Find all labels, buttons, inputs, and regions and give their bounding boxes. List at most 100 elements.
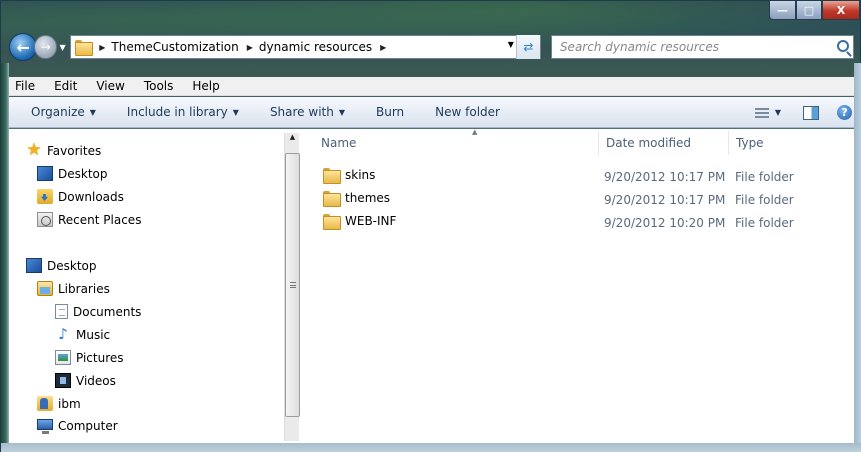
downloads-icon — [37, 189, 53, 204]
nav-item-label: Music — [76, 327, 111, 342]
column-divider[interactable] — [598, 131, 599, 155]
window-border-right — [854, 63, 861, 443]
nav-item-pictures[interactable]: Pictures — [55, 350, 124, 365]
arrow-right-icon: → — [40, 40, 51, 54]
address-row: ← → ▼ ▶ ThemeCustomization ▶ dynamic res… — [9, 33, 854, 61]
refresh-icon: ⇄ — [523, 40, 534, 54]
nav-desktop-root[interactable]: Desktop — [26, 258, 97, 273]
breadcrumb-separator-icon[interactable]: ▶ — [247, 43, 253, 52]
view-options-dropdown-icon[interactable]: ▼ — [775, 108, 781, 117]
menu-view[interactable]: View — [96, 79, 124, 93]
recent-places-icon — [37, 212, 53, 227]
help-icon[interactable]: ? — [837, 105, 852, 120]
nav-item-desktop[interactable]: Desktop — [37, 166, 108, 181]
menu-help[interactable]: Help — [192, 79, 219, 93]
preview-pane-icon[interactable] — [803, 105, 819, 120]
column-divider[interactable] — [728, 131, 729, 155]
address-dropdown-icon[interactable]: ▼ — [508, 40, 514, 49]
pictures-icon — [55, 350, 71, 365]
menu-edit[interactable]: Edit — [54, 79, 77, 93]
file-name-cell: WEB-INF — [323, 214, 396, 230]
videos-icon — [55, 373, 71, 388]
file-date: 9/20/2012 10:20 PM — [604, 216, 726, 230]
desktop-icon — [26, 258, 42, 273]
column-header-type[interactable]: Type — [736, 129, 846, 157]
window-border-left — [1, 63, 9, 443]
share-with-button[interactable]: Share with ▼ — [270, 105, 345, 119]
file-list: Name ▲ Date modified Type skins 9/20/201… — [301, 128, 854, 443]
file-name: themes — [345, 191, 391, 205]
include-in-library-button[interactable]: Include in library ▼ — [127, 105, 239, 119]
chevron-down-icon: ▼ — [338, 107, 345, 117]
nav-item-downloads[interactable]: Downloads — [37, 189, 124, 204]
search-input[interactable]: Search dynamic resources — [550, 35, 854, 59]
arrow-left-icon: ← — [16, 37, 30, 57]
nav-item-recent-places[interactable]: Recent Places — [37, 212, 141, 227]
scroll-up-icon[interactable]: ▲ — [285, 133, 300, 146]
nav-item-documents[interactable]: Documents — [55, 304, 141, 319]
nav-favorites[interactable]: ★ Favorites — [26, 140, 102, 160]
file-type: File folder — [735, 193, 794, 207]
share-with-label: Share with — [269, 105, 334, 119]
nav-item-label: Libraries — [58, 281, 110, 296]
breadcrumb-themecustomization[interactable]: ThemeCustomization — [111, 40, 238, 54]
refresh-button[interactable]: ⇄ — [515, 35, 540, 59]
caption-buttons: — □ X — [769, 1, 860, 22]
change-view-icon[interactable] — [754, 107, 769, 118]
star-icon: ★ — [26, 140, 42, 160]
back-button[interactable]: ← — [9, 33, 38, 61]
folder-icon — [323, 191, 341, 207]
nav-item-videos[interactable]: Videos — [55, 373, 116, 388]
new-folder-button[interactable]: New folder — [435, 105, 500, 119]
file-date: 9/20/2012 10:17 PM — [604, 193, 726, 207]
file-name-cell: skins — [323, 168, 376, 184]
minimize-button[interactable]: — — [769, 1, 796, 20]
table-row[interactable]: themes 9/20/2012 10:17 PM File folder — [301, 188, 854, 210]
nav-favorites-label: Favorites — [47, 143, 102, 158]
nav-item-libraries[interactable]: Libraries — [37, 281, 110, 296]
desktop-icon — [37, 166, 53, 181]
breadcrumb-separator-icon[interactable]: ▶ — [99, 43, 105, 52]
file-type: File folder — [735, 170, 794, 184]
close-button[interactable]: X — [822, 1, 860, 20]
file-date: 9/20/2012 10:17 PM — [604, 170, 726, 184]
maximize-button[interactable]: □ — [796, 1, 822, 20]
column-header-date[interactable]: Date modified — [606, 129, 729, 157]
nav-scrollbar[interactable]: ▲ — [284, 133, 300, 441]
column-name-label: Name — [321, 136, 357, 150]
navigation-pane: ★ Favorites Desktop Downloads Recent Pla… — [9, 129, 280, 443]
nav-item-computer[interactable]: Computer — [37, 419, 118, 434]
nav-item-music[interactable]: ♪ Music — [55, 327, 110, 342]
burn-label: Burn — [376, 105, 405, 119]
include-in-library-label: Include in library — [126, 105, 228, 119]
column-header-name[interactable]: Name ▲ — [321, 128, 601, 157]
new-folder-label: New folder — [435, 105, 500, 119]
window-border-bottom — [1, 443, 861, 452]
file-type: File folder — [735, 216, 794, 230]
nav-item-label: Videos — [76, 373, 116, 388]
address-bar[interactable]: ▶ ThemeCustomization ▶ dynamic resources… — [70, 35, 541, 59]
scroll-thumb[interactable] — [285, 153, 300, 417]
nav-item-label: Desktop — [58, 166, 108, 181]
menu-bar: File Edit View Tools Help — [9, 77, 854, 96]
nav-item-label: ibm — [58, 396, 81, 411]
nav-item-ibm[interactable]: ibm — [37, 396, 81, 411]
breadcrumb-separator-icon[interactable]: ▶ — [380, 43, 386, 52]
burn-button[interactable]: Burn — [376, 105, 404, 119]
menu-file[interactable]: File — [15, 79, 35, 93]
column-type-label: Type — [736, 136, 764, 150]
music-icon: ♪ — [58, 325, 68, 343]
libraries-icon — [37, 281, 53, 296]
breadcrumb-dynamic-resources[interactable]: dynamic resources — [259, 40, 372, 54]
nav-item-label: Desktop — [47, 258, 97, 273]
table-row[interactable]: WEB-INF 9/20/2012 10:20 PM File folder — [301, 211, 854, 233]
organize-label: Organize — [31, 105, 85, 119]
file-name: skins — [345, 168, 376, 182]
menu-tools[interactable]: Tools — [144, 79, 174, 93]
organize-button[interactable]: Organize ▼ — [31, 105, 96, 119]
recent-pages-dropdown[interactable]: ▼ — [57, 43, 68, 52]
table-row[interactable]: skins 9/20/2012 10:17 PM File folder — [301, 165, 854, 187]
folder-icon — [323, 168, 341, 184]
command-bar: Organize ▼ Include in library ▼ Share with… — [9, 97, 854, 128]
forward-button[interactable]: → — [34, 35, 57, 59]
